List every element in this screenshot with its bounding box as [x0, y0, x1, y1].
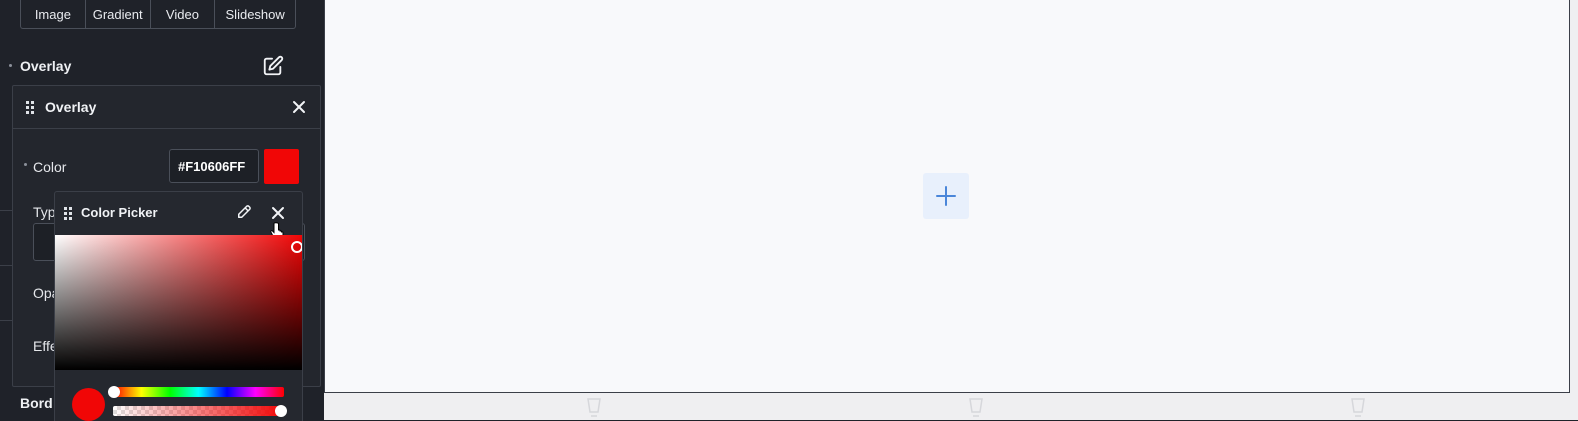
alpha-slider-handle[interactable]	[275, 405, 287, 417]
overlay-panel-title: Overlay	[45, 99, 97, 115]
saturation-value-area[interactable]	[55, 235, 302, 370]
tab-image[interactable]: Image	[21, 0, 86, 28]
color-picker-popup: Color Picker	[54, 191, 303, 421]
background-type-tabs: Image Gradient Video Slideshow	[20, 0, 296, 29]
tab-slideshow[interactable]: Slideshow	[215, 0, 295, 28]
close-icon[interactable]	[271, 206, 285, 220]
tab-video[interactable]: Video	[151, 0, 216, 28]
bullet-dot	[24, 163, 27, 166]
divider	[0, 320, 12, 321]
glass-icon	[1351, 398, 1365, 417]
editor-canvas-area	[324, 0, 1578, 420]
glass-icon	[587, 398, 601, 417]
color-swatch[interactable]	[264, 149, 299, 184]
drag-handle-icon[interactable]	[26, 101, 34, 114]
drag-handle-icon[interactable]	[64, 207, 72, 220]
divider	[0, 210, 12, 211]
current-color-preview	[72, 388, 105, 421]
overlay-panel-header: Overlay	[13, 86, 320, 129]
border-section-label: Bord	[20, 395, 53, 411]
color-label: Color	[33, 159, 67, 175]
close-icon[interactable]	[292, 100, 306, 114]
hue-slider-handle[interactable]	[108, 386, 120, 398]
hue-slider[interactable]	[113, 387, 284, 397]
empty-section	[324, 0, 1570, 393]
bullet-dot	[9, 64, 12, 67]
divider	[0, 265, 12, 266]
overlay-control-row: Overlay	[0, 50, 324, 80]
eyedropper-icon[interactable]	[235, 203, 253, 221]
saturation-handle[interactable]	[291, 241, 302, 253]
add-element-button[interactable]	[923, 173, 969, 219]
tab-gradient[interactable]: Gradient	[86, 0, 151, 28]
color-picker-title: Color Picker	[81, 205, 158, 220]
glass-icon	[969, 398, 983, 417]
plus-icon	[936, 186, 956, 206]
alpha-slider[interactable]	[113, 406, 284, 416]
edit-icon[interactable]	[262, 55, 284, 77]
color-hex-input[interactable]: #F10606FF	[169, 149, 259, 183]
type-label: Typ	[33, 204, 56, 220]
overlay-label: Overlay	[20, 58, 72, 74]
